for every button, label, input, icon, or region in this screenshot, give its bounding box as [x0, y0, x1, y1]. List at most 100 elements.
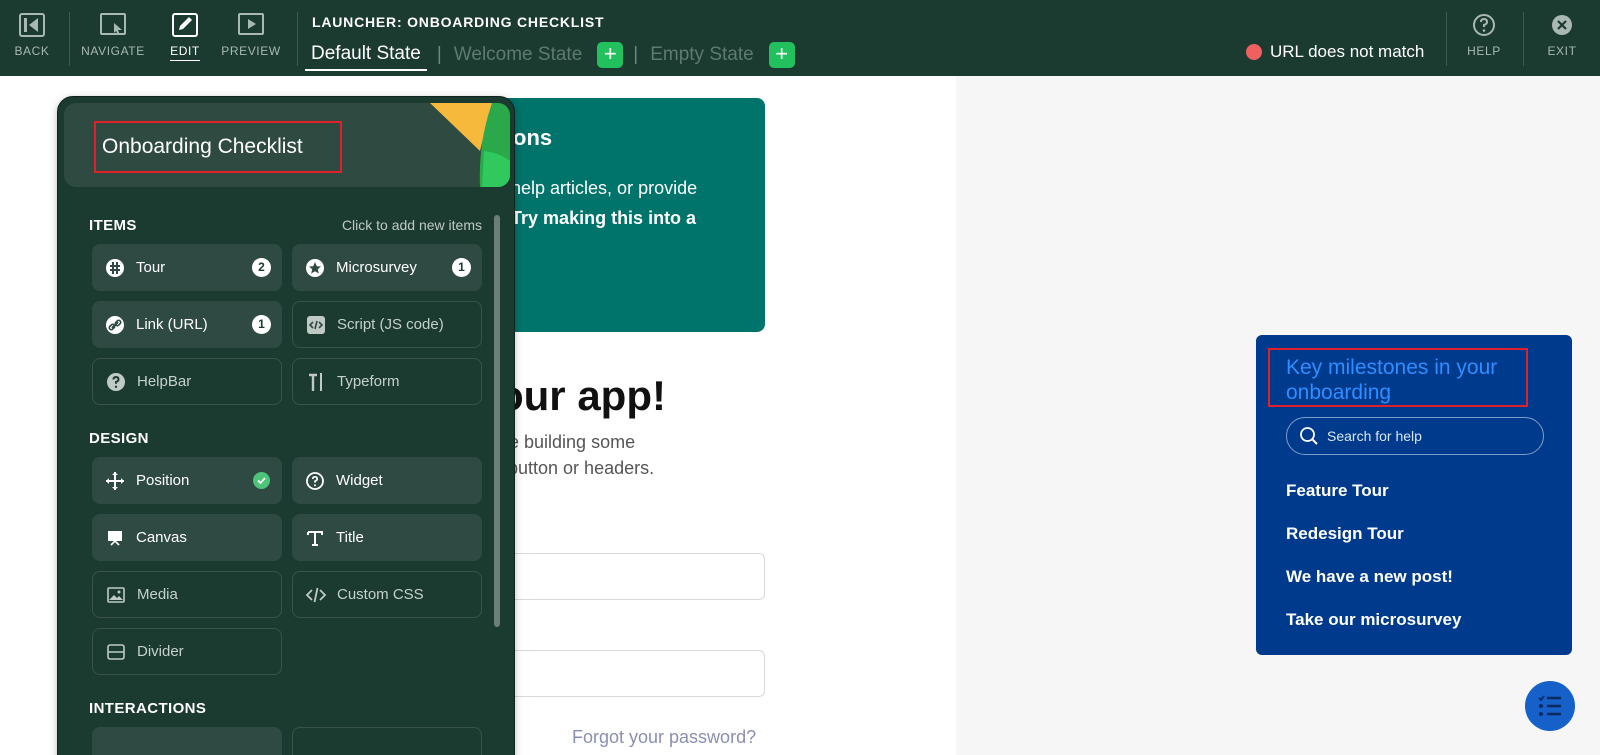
widget-title: Key milestones in your onboarding [1286, 356, 1498, 404]
item-label: HelpBar [137, 373, 192, 390]
interaction-tile[interactable] [92, 727, 282, 755]
status-dot-icon [1246, 44, 1262, 60]
widget-title-highlight[interactable]: Key milestones in your onboarding [1268, 348, 1528, 407]
launcher-title: LAUNCHER: ONBOARDING CHECKLIST [312, 14, 605, 30]
help-label: HELP [1467, 44, 1501, 58]
checklist-launcher-button[interactable] [1525, 681, 1575, 731]
design-title[interactable]: Title [292, 514, 482, 561]
design-label: Divider [137, 643, 184, 660]
info-card: ons al help articles, or provide s. Try … [480, 98, 765, 332]
card-text-bold: Try making this into a [511, 208, 697, 228]
back-button[interactable]: BACK [0, 12, 64, 64]
design-divider[interactable]: Divider [92, 628, 282, 675]
image-icon [105, 584, 127, 606]
design-media[interactable]: Media [92, 571, 282, 618]
design-canvas[interactable]: Canvas [92, 514, 282, 561]
item-label: Tour [136, 259, 166, 276]
divider-icon [105, 641, 127, 663]
item-helpbar[interactable]: HelpBar [92, 358, 282, 405]
help-search-input[interactable]: Search for help [1286, 417, 1544, 455]
items-section-label: ITEMS [89, 217, 137, 234]
design-widget[interactable]: Widget [292, 457, 482, 504]
exit-label: EXIT [1547, 44, 1577, 58]
title-icon [304, 527, 326, 549]
add-welcome-state-button[interactable]: + [597, 42, 624, 68]
hero-text-line-2: button or headers. [508, 458, 655, 478]
back-icon [19, 12, 45, 38]
editor-toolbar: BACK NAVIGATE EDIT PREVIEW LAUNCHER: ONB… [0, 0, 1600, 76]
search-icon [1300, 427, 1318, 445]
item-count-badge: 2 [252, 258, 271, 277]
star-icon [304, 257, 326, 279]
tour-icon [104, 257, 126, 279]
item-tour[interactable]: Tour 2 [92, 244, 282, 291]
design-label: Title [336, 529, 364, 546]
interaction-tile[interactable] [292, 727, 482, 755]
checklist-icon [1538, 695, 1561, 716]
item-label: Link (URL) [136, 316, 208, 333]
widget-link-feature-tour[interactable]: Feature Tour [1286, 481, 1389, 501]
check-icon [253, 472, 270, 489]
url-status: URL does not match [1246, 42, 1424, 62]
panel-scrollbar[interactable] [494, 215, 500, 627]
hero-heading: our app! [498, 372, 666, 419]
item-link-url[interactable]: Link (URL) 1 [92, 301, 282, 348]
exit-button[interactable]: EXIT [1530, 12, 1594, 64]
item-typeform[interactable]: Typeform [292, 358, 482, 405]
widget-link-redesign-tour[interactable]: Redesign Tour [1286, 524, 1404, 544]
tab-welcome-state[interactable]: Welcome State [452, 44, 584, 66]
url-status-text: URL does not match [1270, 42, 1425, 61]
tab-divider: | [436, 44, 442, 65]
design-label: Position [136, 472, 190, 489]
item-script[interactable]: Script (JS code) [292, 301, 482, 348]
item-label: Script (JS code) [337, 316, 444, 333]
tab-default-state[interactable]: Default State [305, 43, 427, 71]
widget-link-new-post[interactable]: We have a new post! [1286, 567, 1453, 587]
design-label: Custom CSS [337, 586, 424, 603]
item-microsurvey[interactable]: Microsurvey 1 [292, 244, 482, 291]
add-empty-state-button[interactable]: + [768, 42, 795, 68]
navigate-button[interactable]: NAVIGATE [81, 12, 145, 64]
interactions-section-label: INTERACTIONS [89, 700, 207, 717]
widget-question-icon [304, 470, 326, 492]
password-input[interactable] [498, 650, 765, 697]
search-placeholder: Search for help [1327, 428, 1422, 444]
checklist-editor-panel: Onboarding Checklist ITEMS Click to add … [57, 96, 515, 755]
preview-button[interactable]: PREVIEW [218, 12, 284, 64]
design-section-label: DESIGN [89, 430, 149, 447]
panel-title-highlight[interactable]: Onboarding Checklist [94, 121, 342, 173]
design-label: Media [137, 586, 178, 603]
items-hint: Click to add new items [341, 217, 482, 233]
email-input[interactable] [498, 553, 765, 600]
state-tabs: Default State | Welcome State + | Empty … [305, 40, 795, 71]
css-icon [305, 584, 327, 606]
panel-title: Onboarding Checklist [102, 135, 303, 158]
typeform-icon [305, 371, 327, 393]
question-icon [105, 371, 127, 393]
code-icon [305, 314, 327, 336]
preview-label: PREVIEW [221, 44, 281, 58]
edit-button[interactable]: EDIT [153, 12, 217, 64]
move-icon [104, 470, 126, 492]
card-text-line-1: al help articles, or provide [492, 178, 698, 198]
design-position[interactable]: Position [92, 457, 282, 504]
back-label: BACK [14, 44, 50, 58]
toolbar-divider [1523, 12, 1524, 66]
help-button[interactable]: HELP [1452, 12, 1516, 64]
help-icon [1471, 12, 1497, 38]
tab-divider: | [633, 44, 639, 65]
edit-icon [172, 12, 198, 38]
preview-icon [238, 12, 264, 38]
edit-label: EDIT [170, 44, 200, 61]
decorative-shapes-icon [430, 103, 510, 187]
link-icon [104, 314, 126, 336]
exit-icon [1549, 12, 1575, 38]
item-label: Typeform [337, 373, 400, 390]
tab-empty-state[interactable]: Empty State [648, 44, 756, 66]
card-text-line-2: s. Try making this into a [492, 208, 696, 229]
forgot-password-link[interactable]: Forgot your password? [572, 727, 756, 748]
toolbar-divider [297, 12, 298, 66]
design-custom-css[interactable]: Custom CSS [292, 571, 482, 618]
navigate-icon [100, 12, 126, 38]
widget-link-microsurvey[interactable]: Take our microsurvey [1286, 610, 1461, 630]
